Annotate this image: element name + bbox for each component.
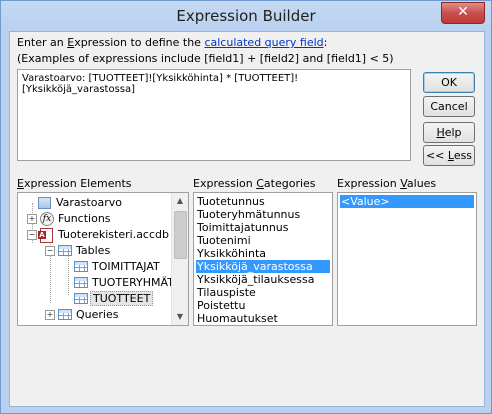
list-item[interactable]: Yksikköjä_tilauksessa — [196, 273, 330, 286]
expression-textbox[interactable]: Varastoarvo: [TUOTTEET]![Yksikköhinta] *… — [17, 69, 411, 161]
categories-label-rest: ategories — [263, 177, 316, 190]
calculated-query-field-link[interactable]: calculated query field — [204, 36, 323, 49]
values-label-rest: alues — [406, 177, 437, 190]
tree-item-label: Varastoarvo — [56, 196, 122, 209]
less-button[interactable]: << Less — [423, 145, 475, 166]
help-button[interactable]: Help — [423, 122, 475, 143]
cancel-button[interactable]: Cancel — [423, 96, 475, 117]
elements-accelerator: E — [17, 177, 24, 190]
collapse-icon[interactable]: − — [27, 230, 37, 240]
expression-values-label: Expression Values — [337, 177, 436, 190]
values-accelerator: V — [400, 177, 407, 190]
less-prefix: << — [425, 149, 448, 162]
categories-accelerator: C — [256, 177, 264, 190]
instruction-line: Enter an Expression to define the calcul… — [17, 36, 327, 49]
expression-builder-window: Expression Builder ✕ Enter an Expression… — [0, 0, 492, 414]
close-icon: ✕ — [457, 4, 469, 20]
expression-categories-label: Expression Categories — [193, 177, 316, 190]
close-button[interactable]: ✕ — [441, 2, 485, 24]
list-item[interactable]: Tilauspiste — [196, 286, 330, 299]
less-label: ess — [453, 149, 473, 162]
table-icon — [74, 277, 88, 288]
tables-icon — [58, 245, 72, 256]
query-icon — [38, 197, 51, 209]
list-item[interactable]: Tuotetunnus — [196, 195, 330, 208]
list-item[interactable]: Yksikköhinta — [196, 247, 330, 260]
expression-elements-label: Expression Elements — [17, 177, 132, 190]
instruction-mid: xpression to define the — [74, 36, 205, 49]
help-label: elp — [444, 126, 462, 139]
tree-item-label: TUOTTEET — [90, 291, 154, 306]
list-item[interactable]: Tuoteryhmätunnus — [196, 208, 330, 221]
expression-categories-list[interactable]: Tuotetunnus Tuoteryhmätunnus Toimittajat… — [193, 192, 333, 326]
tree-item-label: Tuoterekisteri.accdb — [58, 228, 169, 241]
window-title: Expression Builder — [176, 7, 316, 25]
list-item[interactable]: Poistettu — [196, 299, 330, 312]
tree-item-label: TUOTERYHMÄT — [92, 276, 174, 289]
collapse-icon[interactable]: − — [45, 246, 55, 256]
title-bar[interactable]: Expression Builder ✕ — [1, 1, 491, 31]
access-db-icon: A — [38, 228, 53, 243]
instruction-prefix: Enter an — [17, 36, 68, 49]
tree-item-label: Queries — [76, 308, 119, 321]
list-item-selected[interactable]: Yksikköjä_varastossa — [196, 260, 330, 273]
dialog-body: Enter an Expression to define the calcul… — [9, 31, 485, 407]
elements-vertical-scrollbar[interactable]: ▲ ▼ — [171, 193, 188, 325]
expression-elements-tree[interactable]: Varastoarvo + fx Functions − A Tuotereki… — [17, 192, 189, 326]
queries-icon — [58, 309, 72, 320]
tree-item-label: Tables — [76, 244, 111, 257]
ok-button[interactable]: OK — [423, 72, 475, 93]
list-item[interactable]: Tuotenimi — [196, 234, 330, 247]
list-item-selected[interactable]: <Value> — [340, 195, 474, 208]
scroll-thumb[interactable] — [174, 211, 187, 259]
tree-item-label: TOIMITTAJAT — [92, 260, 160, 273]
expand-icon[interactable]: + — [45, 310, 55, 320]
table-icon — [74, 293, 88, 304]
tree-item-label: Functions — [58, 212, 111, 225]
instruction-suffix: : — [323, 36, 328, 49]
list-item[interactable]: Toimittajatunnus — [196, 221, 330, 234]
help-accelerator: H — [436, 126, 445, 139]
categories-label-prefix: Expression — [193, 177, 257, 190]
expand-icon[interactable]: + — [27, 214, 37, 224]
scroll-up-arrow-icon[interactable]: ▲ — [172, 193, 188, 209]
scroll-down-arrow-icon[interactable]: ▼ — [172, 309, 188, 325]
elements-label-rest: pression Elements — [30, 177, 132, 190]
functions-icon: fx — [40, 212, 54, 226]
table-icon — [74, 261, 88, 272]
examples-text: (Examples of expressions include [field1… — [17, 52, 394, 65]
list-item[interactable]: Huomautukset — [196, 312, 330, 325]
values-label-prefix: Expression — [337, 177, 401, 190]
expression-values-list[interactable]: <Value> — [337, 192, 477, 326]
